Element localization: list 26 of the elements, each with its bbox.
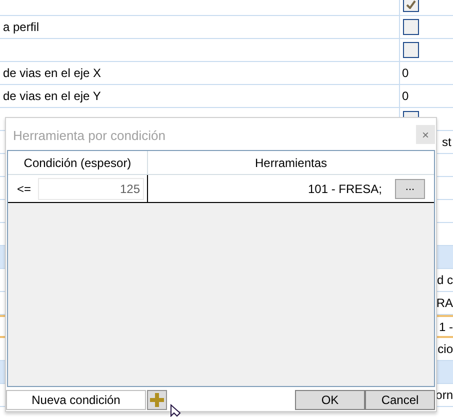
checkbox[interactable]: [403, 0, 419, 12]
window-title: Herramienta por condición: [13, 127, 166, 145]
property-label: a perfil: [3, 19, 40, 36]
column-header: Herramientas: [254, 154, 328, 172]
checkbox[interactable]: [403, 19, 419, 35]
property-value: d c: [436, 272, 453, 289]
checkbox[interactable]: [403, 42, 419, 58]
property-label: de vias en el eje X: [3, 65, 102, 82]
property-value: RA: [436, 295, 453, 312]
new-condition-field[interactable]: Nueva condición: [6, 390, 146, 410]
dialog-button[interactable]: Cancel: [365, 390, 435, 410]
property-value: 0: [402, 88, 409, 105]
dialog-button[interactable]: OK: [295, 390, 365, 410]
property-value: 0: [402, 65, 409, 82]
close-button[interactable]: ×: [416, 125, 435, 144]
tools-text: 101 - FRESA;: [308, 180, 382, 198]
property-label: de vias en el eje Y: [3, 88, 101, 105]
property-value: cio: [438, 341, 453, 358]
operator-text: <=: [17, 180, 32, 198]
property-value: st: [442, 134, 452, 151]
plus-icon: [150, 393, 164, 407]
column-header: Condición (espesor): [8, 151, 148, 174]
check-icon: [406, 0, 416, 8]
thickness-field[interactable]: 125: [38, 178, 144, 200]
property-value: 1 -: [438, 318, 453, 336]
browse-button[interactable]: ...: [395, 178, 425, 198]
